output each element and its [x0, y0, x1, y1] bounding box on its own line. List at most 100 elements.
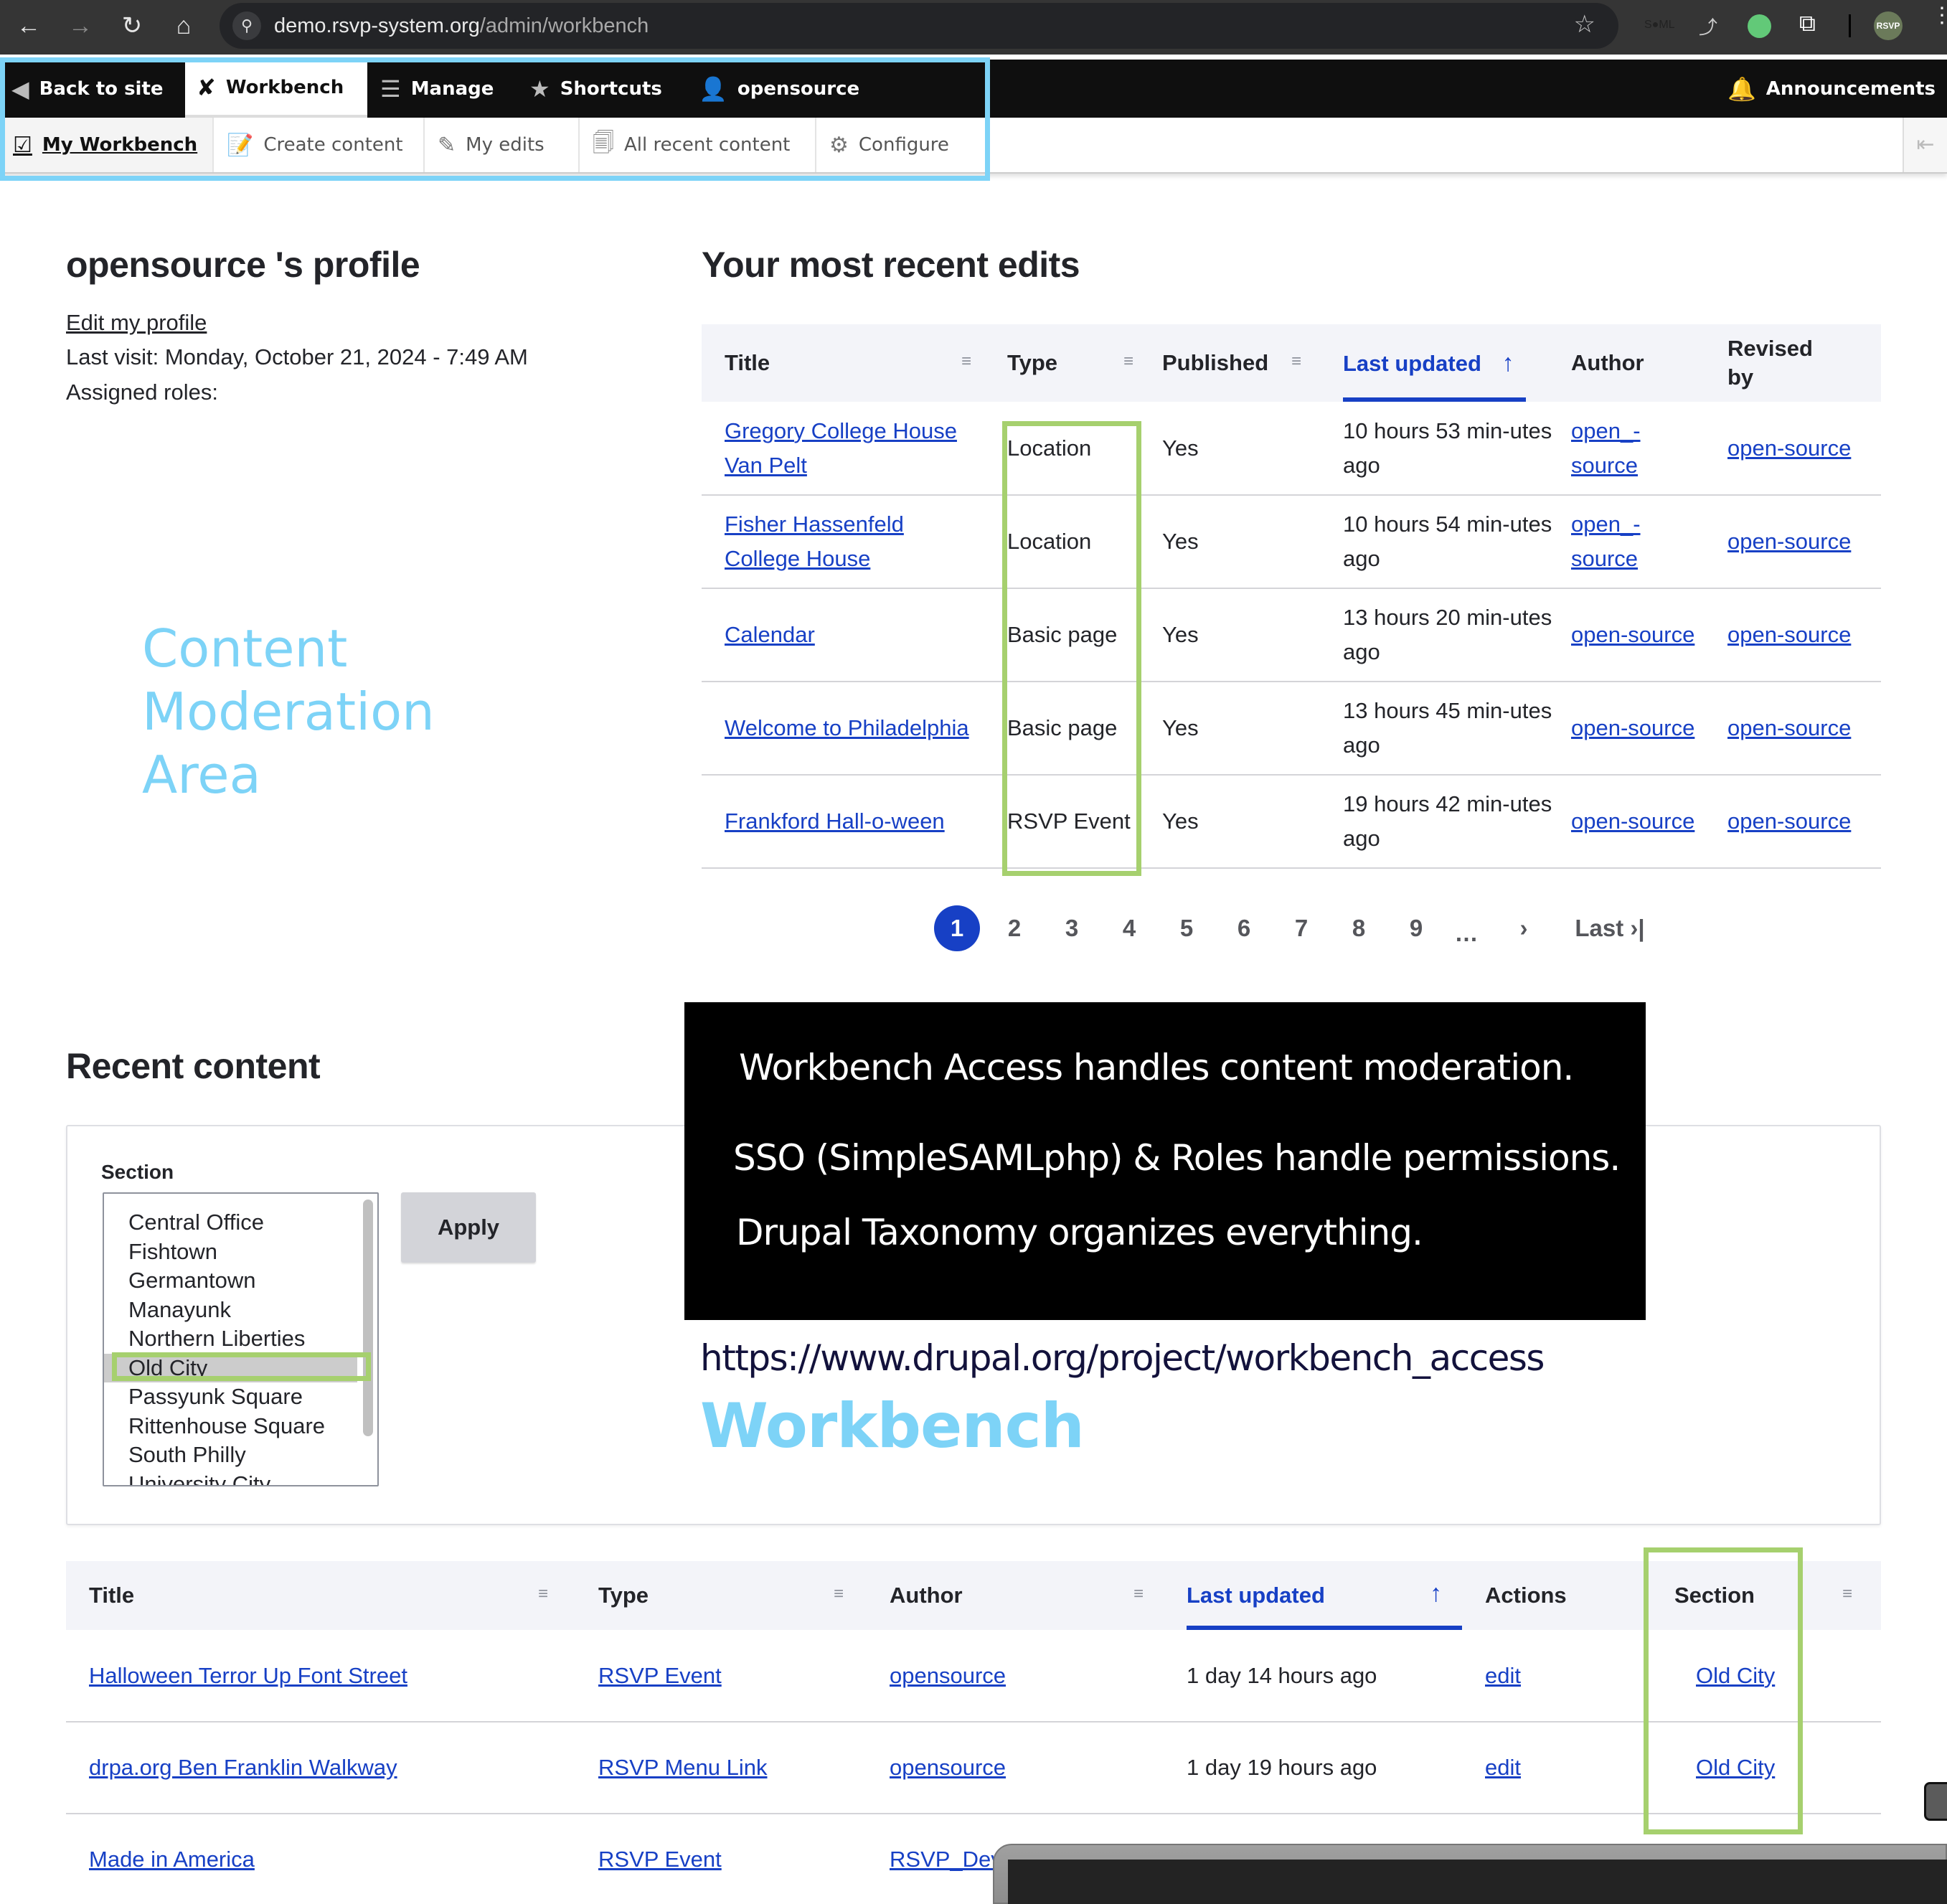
- section-option[interactable]: Rittenhouse Square: [104, 1412, 377, 1441]
- pager-page-link[interactable]: 2: [986, 915, 1043, 942]
- forward-arrow-icon[interactable]: →: [65, 10, 96, 42]
- toolbar-shortcuts[interactable]: ★ Shortcuts: [518, 60, 674, 118]
- rsvp-profile-avatar[interactable]: RSVP: [1874, 11, 1903, 40]
- col-last-updated-header[interactable]: Last updated ↑: [1343, 324, 1571, 402]
- section-option[interactable]: Fishtown: [104, 1238, 377, 1267]
- tray-my-workbench[interactable]: ☑ My Workbench: [0, 118, 214, 172]
- pager-page-link[interactable]: 9: [1387, 915, 1445, 942]
- row-last-updated: 1 day 14 hours ago: [1187, 1662, 1377, 1688]
- row-revised-by-link[interactable]: open-source: [1727, 715, 1851, 740]
- user-icon: 👤: [699, 75, 727, 103]
- col-type-header[interactable]: Type ≡: [575, 1561, 867, 1630]
- row-title-link[interactable]: drpa.org Ben Franklin Walkway: [89, 1755, 397, 1780]
- row-revised-by-link[interactable]: open-source: [1727, 435, 1851, 461]
- toolbar-workbench[interactable]: ✘ Workbench: [185, 60, 367, 118]
- pager-page-link[interactable]: 4: [1100, 915, 1158, 942]
- pager-current-page[interactable]: 1: [934, 905, 980, 951]
- section-option[interactable]: South Philly: [104, 1441, 377, 1470]
- puzzle-extensions-icon[interactable]: ⧉: [1799, 10, 1816, 37]
- row-title-link[interactable]: Gregory College House Van Pelt: [725, 418, 957, 478]
- section-option[interactable]: Manayunk: [104, 1296, 377, 1325]
- pager-page-link[interactable]: 3: [1043, 915, 1100, 942]
- kebab-menu-icon[interactable]: ⋮: [1931, 5, 1947, 27]
- sort-icon: ≡: [538, 1584, 549, 1603]
- tray-all-recent-content[interactable]: 🗐 All recent content: [580, 118, 816, 172]
- side-panel-handle[interactable]: [1924, 1782, 1947, 1821]
- pager-page-link[interactable]: 8: [1330, 915, 1387, 942]
- address-bar[interactable]: ⚲ demo.rsvp-system.org/admin/workbench ☆: [220, 3, 1618, 49]
- home-icon[interactable]: ⌂: [168, 10, 199, 42]
- col-published-header[interactable]: Published ≡: [1154, 324, 1343, 402]
- row-author-link[interactable]: open-source: [1571, 809, 1694, 834]
- apply-button[interactable]: Apply: [401, 1192, 536, 1263]
- row-author-link[interactable]: open-source: [1571, 622, 1694, 647]
- row-title-link[interactable]: Frankford Hall-o-ween: [725, 809, 945, 834]
- last-visit-text: Last visit: Monday, October 21, 2024 - 7…: [66, 344, 528, 369]
- sort-icon: ≡: [1842, 1584, 1853, 1603]
- row-section-link[interactable]: Old City: [1696, 1663, 1775, 1688]
- row-title-link[interactable]: Fisher Hassenfeld College House: [725, 512, 904, 571]
- col-last-updated-header[interactable]: Last updated ↑: [1164, 1561, 1485, 1630]
- recent-edits-table: Title ≡ Type ≡ Published ≡ Last updated ↑ A…: [702, 324, 1881, 869]
- row-title-link[interactable]: Halloween Terror Up Font Street: [89, 1663, 407, 1688]
- row-author-link[interactable]: opensource: [890, 1755, 1006, 1780]
- row-title-link[interactable]: Made in America: [89, 1847, 255, 1872]
- back-arrow-icon[interactable]: ←: [13, 10, 44, 42]
- col-actions-header: Actions: [1485, 1561, 1660, 1630]
- toolbar-manage[interactable]: ☰ Manage: [369, 60, 505, 118]
- row-section-link[interactable]: Old City: [1696, 1755, 1775, 1780]
- tray-my-edits[interactable]: ✎ My edits: [425, 118, 580, 172]
- graph-extension-icon[interactable]: ⤴: [1699, 13, 1717, 39]
- site-info-icon[interactable]: ⚲: [232, 11, 261, 40]
- col-section-header[interactable]: Section ≡: [1660, 1561, 1881, 1630]
- section-select[interactable]: Central Office Fishtown Germantown Manayunk…: [103, 1192, 379, 1486]
- row-author-link[interactable]: RSVP_Dev: [890, 1847, 1002, 1872]
- edit-profile-link[interactable]: Edit my profile: [66, 306, 207, 340]
- pager-page-link[interactable]: 5: [1158, 915, 1215, 942]
- green-status-icon[interactable]: [1748, 14, 1771, 38]
- row-title-link[interactable]: Calendar: [725, 622, 815, 647]
- row-author-link[interactable]: open_-source: [1571, 512, 1641, 571]
- saml-extension-icon[interactable]: S●ML: [1644, 19, 1675, 32]
- section-option[interactable]: Northern Liberties: [104, 1324, 377, 1354]
- pager-next[interactable]: ›: [1488, 915, 1560, 942]
- url-text[interactable]: demo.rsvp-system.org/admin/workbench: [274, 14, 649, 38]
- pager-page-link[interactable]: 7: [1273, 915, 1330, 942]
- row-edit-link[interactable]: edit: [1485, 1755, 1521, 1780]
- row-author-link[interactable]: open-source: [1571, 715, 1694, 740]
- row-revised-by-link[interactable]: open-source: [1727, 622, 1851, 647]
- bookmark-star-icon[interactable]: ☆: [1574, 10, 1595, 39]
- toolbar-back-to-site[interactable]: ◀ Back to site: [0, 60, 185, 118]
- row-revised-by-link[interactable]: open-source: [1727, 529, 1851, 554]
- section-option[interactable]: Germantown: [104, 1266, 377, 1296]
- row-revised-by-link[interactable]: open-source: [1727, 809, 1851, 834]
- row-type-link[interactable]: RSVP Menu Link: [598, 1755, 768, 1780]
- section-option[interactable]: Old City: [104, 1353, 357, 1382]
- row-type-link[interactable]: RSVP Event: [598, 1847, 722, 1872]
- section-option[interactable]: University City: [104, 1470, 377, 1486]
- col-title-header[interactable]: Title ≡: [66, 1561, 575, 1630]
- hamburger-icon: ☰: [380, 75, 401, 103]
- row-last-updated: 10 hours 53 min-utes ago: [1343, 418, 1552, 478]
- row-type-link[interactable]: RSVP Event: [598, 1663, 722, 1688]
- pager-page-link[interactable]: 6: [1215, 915, 1273, 942]
- tray-configure[interactable]: ⚙ Configure: [816, 118, 989, 172]
- col-type-header[interactable]: Type ≡: [999, 324, 1154, 402]
- recent-edits-title: Your most recent edits: [702, 245, 1080, 285]
- row-author-link[interactable]: opensource: [890, 1663, 1006, 1688]
- tray-create-content[interactable]: 📝 Create content: [214, 118, 425, 172]
- toolbar-user[interactable]: 👤 opensource: [687, 60, 871, 118]
- row-author-link[interactable]: open_-source: [1571, 418, 1641, 478]
- pager-last[interactable]: Last ›|: [1560, 915, 1660, 942]
- section-option[interactable]: Central Office: [104, 1208, 377, 1238]
- reload-icon[interactable]: ↻: [116, 10, 148, 42]
- select-scrollbar[interactable]: [363, 1200, 373, 1436]
- tray-orientation-toggle-icon[interactable]: ⇤: [1903, 118, 1947, 172]
- section-option[interactable]: Passyunk Square: [104, 1382, 377, 1412]
- row-title-link[interactable]: Welcome to Philadelphia: [725, 715, 969, 740]
- pager: 1 23456789 … › Last ›|: [928, 905, 1660, 951]
- toolbar-announcements[interactable]: 🔔 Announcements: [1716, 60, 1947, 118]
- col-author-header[interactable]: Author ≡: [867, 1561, 1164, 1630]
- col-title-header[interactable]: Title ≡: [702, 324, 999, 402]
- row-edit-link[interactable]: edit: [1485, 1663, 1521, 1688]
